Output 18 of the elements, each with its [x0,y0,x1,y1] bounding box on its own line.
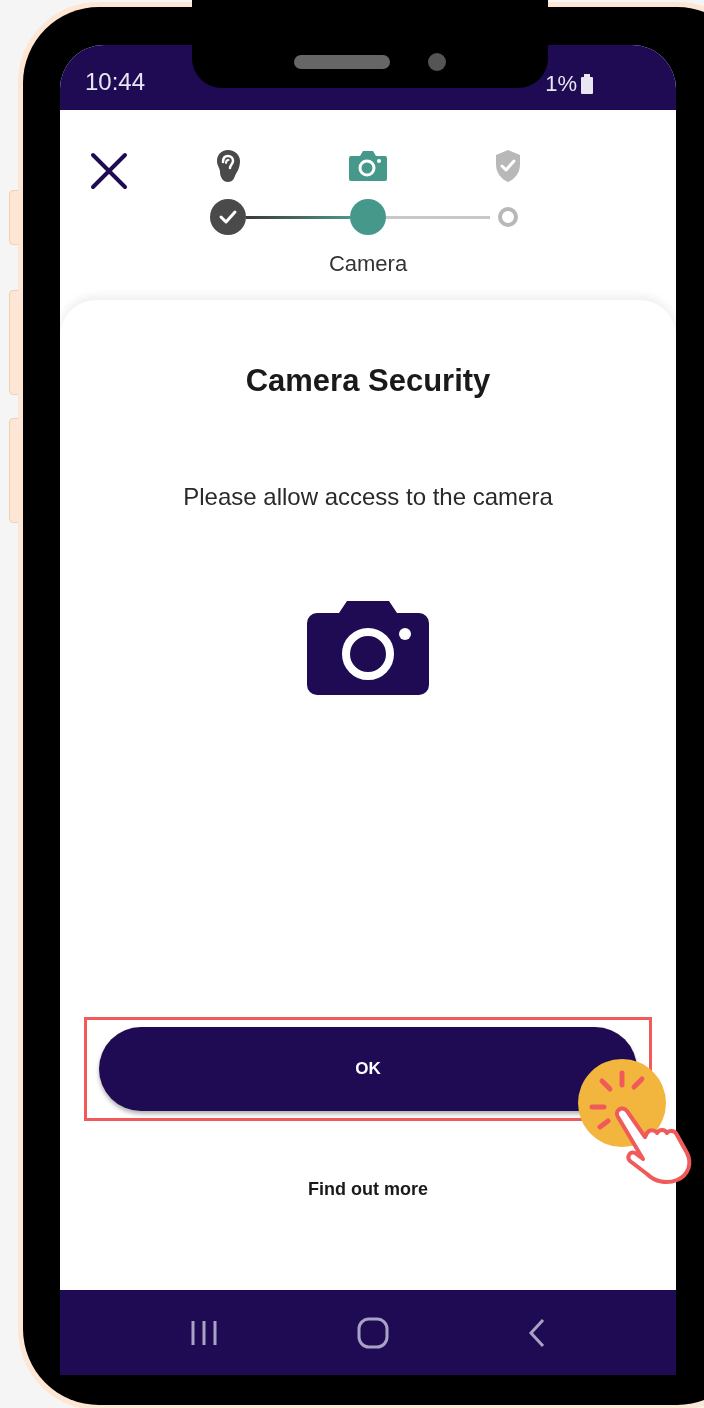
battery-percent: 1% [545,70,577,98]
card-message: Please allow access to the camera [183,481,553,512]
shield-check-icon [494,149,522,183]
status-time: 10:44 [85,67,146,97]
home-icon[interactable] [357,1316,389,1349]
battery-icon [581,73,593,94]
recent-apps-icon[interactable] [189,1318,219,1347]
camera-icon [307,600,429,695]
front-camera [428,53,446,71]
close-icon [90,152,128,190]
ok-button[interactable]: OK [99,1026,637,1111]
close-button[interactable] [88,150,130,192]
ear-icon [215,149,241,183]
step-label: Camera [328,250,408,278]
back-icon[interactable] [527,1317,547,1348]
card-title: Camera Security [245,362,491,400]
find-out-more-link[interactable]: Find out more [308,1175,428,1203]
camera-icon [348,150,388,182]
